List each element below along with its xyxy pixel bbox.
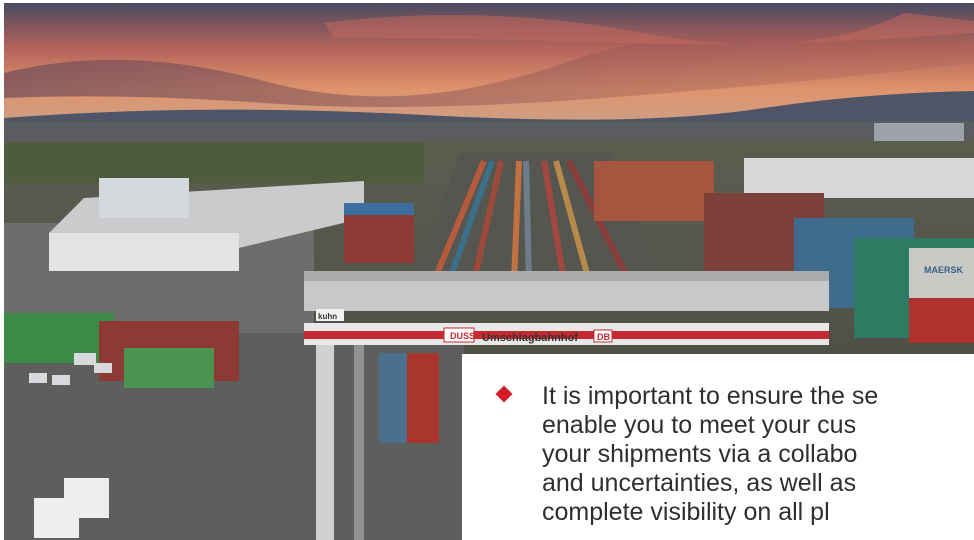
crane-brand-label: kuhn [318,312,337,321]
bullet-text: It is important to ensure the se enable … [542,382,974,527]
bullet-line: It is important to ensure the se [542,382,879,410]
terminal-sign: Umschlagbahnhof [482,332,578,344]
bullet-line: your shipments via a collabo [542,440,858,468]
red-diamond-bullet-icon [495,385,513,403]
bullet-line: complete visibility on all pl [542,498,830,526]
sign-left-badge: DUSS [450,331,475,341]
info-panel: It is important to ensure the se enable … [462,354,974,540]
sign-right-badge: DB [597,332,610,342]
bullet-line: and uncertainties, as well as [542,469,857,497]
bullet-line: enable you to meet your cus [542,411,857,439]
maersk-container-label: MAERSK [924,265,964,275]
